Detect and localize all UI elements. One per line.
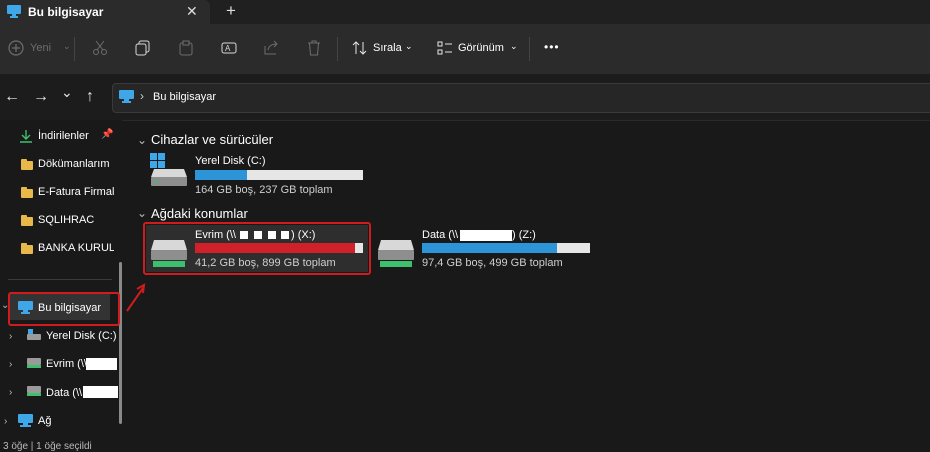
network-icon xyxy=(18,414,33,427)
forward-button[interactable]: → xyxy=(33,88,49,106)
highlight-box xyxy=(143,222,371,275)
chevron-right-icon[interactable]: › xyxy=(9,387,12,398)
drive-z-space: 97,4 GB boş, 499 GB toplam xyxy=(422,257,563,269)
close-icon[interactable]: ✕ xyxy=(186,3,198,20)
copy-icon[interactable] xyxy=(135,40,151,56)
divider xyxy=(8,279,112,280)
chevron-right-icon[interactable]: › xyxy=(4,416,7,427)
drive-c-usage-fill xyxy=(195,170,248,180)
sidebar-item-sqlihrac[interactable]: SQLIHRAC xyxy=(38,214,94,226)
chevron-right-icon[interactable]: › xyxy=(9,359,12,370)
more-options-button[interactable]: ••• xyxy=(544,40,560,54)
sidebar-item-documents[interactable]: Dökümanlarım xyxy=(38,158,110,170)
chevron-down-icon: ⌄ xyxy=(510,41,518,51)
download-icon xyxy=(20,130,32,143)
paste-icon[interactable] xyxy=(178,40,194,56)
drive-c-icon xyxy=(150,153,187,186)
drive-c-usage-bar xyxy=(195,170,363,180)
svg-text:A: A xyxy=(225,44,231,53)
back-button[interactable]: ← xyxy=(4,88,20,106)
sidebar-scrollbar[interactable] xyxy=(119,262,122,424)
drive-c-space: 164 GB boş, 237 GB toplam xyxy=(195,184,333,196)
new-button-label: Yeni xyxy=(30,42,52,54)
drive-c-name[interactable]: Yerel Disk (C:) xyxy=(195,155,266,167)
tab-title: Bu bilgisayar xyxy=(28,5,104,19)
breadcrumb-this-pc[interactable]: Bu bilgisayar xyxy=(153,91,216,103)
sidebar-item-drive-c[interactable]: Yerel Disk (C:) xyxy=(46,330,117,342)
up-button[interactable]: ↑ xyxy=(86,88,94,106)
folder-icon xyxy=(21,159,33,170)
rename-icon[interactable]: A xyxy=(221,40,237,56)
sidebar-item-drive-z[interactable]: Data (\\ xyxy=(46,387,82,399)
status-bar-text: 3 öğe | 1 öğe seçildi xyxy=(3,441,92,452)
folder-icon xyxy=(21,215,33,226)
sidebar-item-banka[interactable]: BANKA KURULU xyxy=(38,242,114,254)
drive-c-icon xyxy=(27,329,41,340)
this-pc-icon xyxy=(7,5,21,18)
delete-icon[interactable] xyxy=(306,40,322,56)
divider xyxy=(337,37,338,61)
plus-circle-icon xyxy=(8,40,24,56)
network-drive-icon xyxy=(27,358,41,368)
chevron-down-icon[interactable]: ⌄ xyxy=(137,133,147,147)
cut-icon[interactable] xyxy=(92,40,108,56)
redaction-mask xyxy=(460,230,512,241)
network-drive-icon xyxy=(378,240,414,267)
breadcrumb-separator: › xyxy=(140,89,144,103)
network-drive-icon xyxy=(27,386,41,396)
folder-icon xyxy=(21,187,33,198)
sort-label: Sırala xyxy=(373,42,402,54)
section-network-header[interactable]: Ağdaki konumlar xyxy=(151,206,248,221)
chevron-down-icon[interactable]: ⌄ xyxy=(137,206,147,220)
view-label: Görünüm xyxy=(458,42,504,54)
chevron-down-icon: ⌄ xyxy=(405,41,413,51)
highlight-box xyxy=(8,292,120,326)
drive-z-usage-bar xyxy=(422,243,590,253)
view-icon xyxy=(437,41,452,55)
divider xyxy=(529,37,530,61)
pin-icon: 📌 xyxy=(101,129,114,140)
annotation-arrow xyxy=(126,283,146,312)
chevron-down-icon: ⌄ xyxy=(63,41,71,51)
sidebar-item-network[interactable]: Ağ xyxy=(38,415,51,427)
sort-icon xyxy=(352,41,367,55)
address-bar[interactable] xyxy=(112,83,930,113)
recent-locations-button[interactable]: ⌄ xyxy=(61,84,73,101)
new-tab-button[interactable]: + xyxy=(226,1,236,21)
divider xyxy=(74,37,75,61)
section-devices-header[interactable]: Cihazlar ve sürücüler xyxy=(151,132,273,147)
redaction-mask xyxy=(83,386,118,398)
drive-z-name-prefix[interactable]: Data (\\ xyxy=(422,229,458,241)
folder-icon xyxy=(21,243,33,254)
this-pc-icon xyxy=(119,90,134,103)
share-icon[interactable] xyxy=(263,40,279,56)
sidebar-item-downloads[interactable]: İndirilenler xyxy=(38,130,89,142)
drive-z-name-suffix[interactable]: ) (Z:) xyxy=(512,229,536,241)
chevron-right-icon[interactable]: › xyxy=(9,331,12,342)
sidebar-item-drive-x[interactable]: Evrim (\\ xyxy=(46,358,87,370)
drive-z-usage-fill xyxy=(422,243,558,253)
redaction-mask xyxy=(86,358,117,370)
sidebar-item-efatura[interactable]: E-Fatura Firmala xyxy=(38,186,114,198)
tab-this-pc[interactable]: Bu bilgisayar ✕ xyxy=(0,0,210,24)
